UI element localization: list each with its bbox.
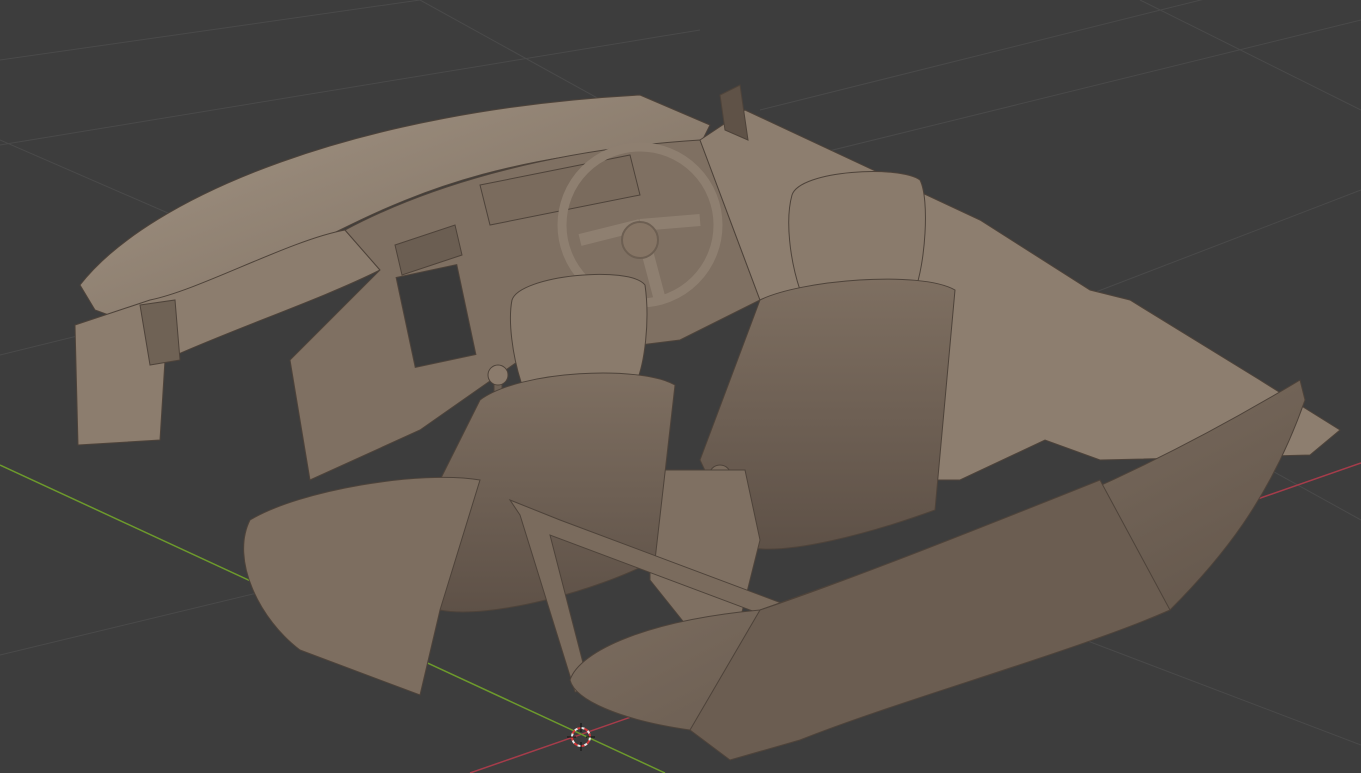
seat-cushion-left [243,476,481,696]
car-interior-model[interactable] [74,84,1341,761]
3d-viewport[interactable] [0,0,1361,773]
headrest-right [788,171,926,298]
3d-cursor-icon[interactable] [567,723,595,751]
grid-line [1139,0,1361,111]
grid-line [0,0,421,61]
viewport-canvas[interactable] [0,0,1361,773]
